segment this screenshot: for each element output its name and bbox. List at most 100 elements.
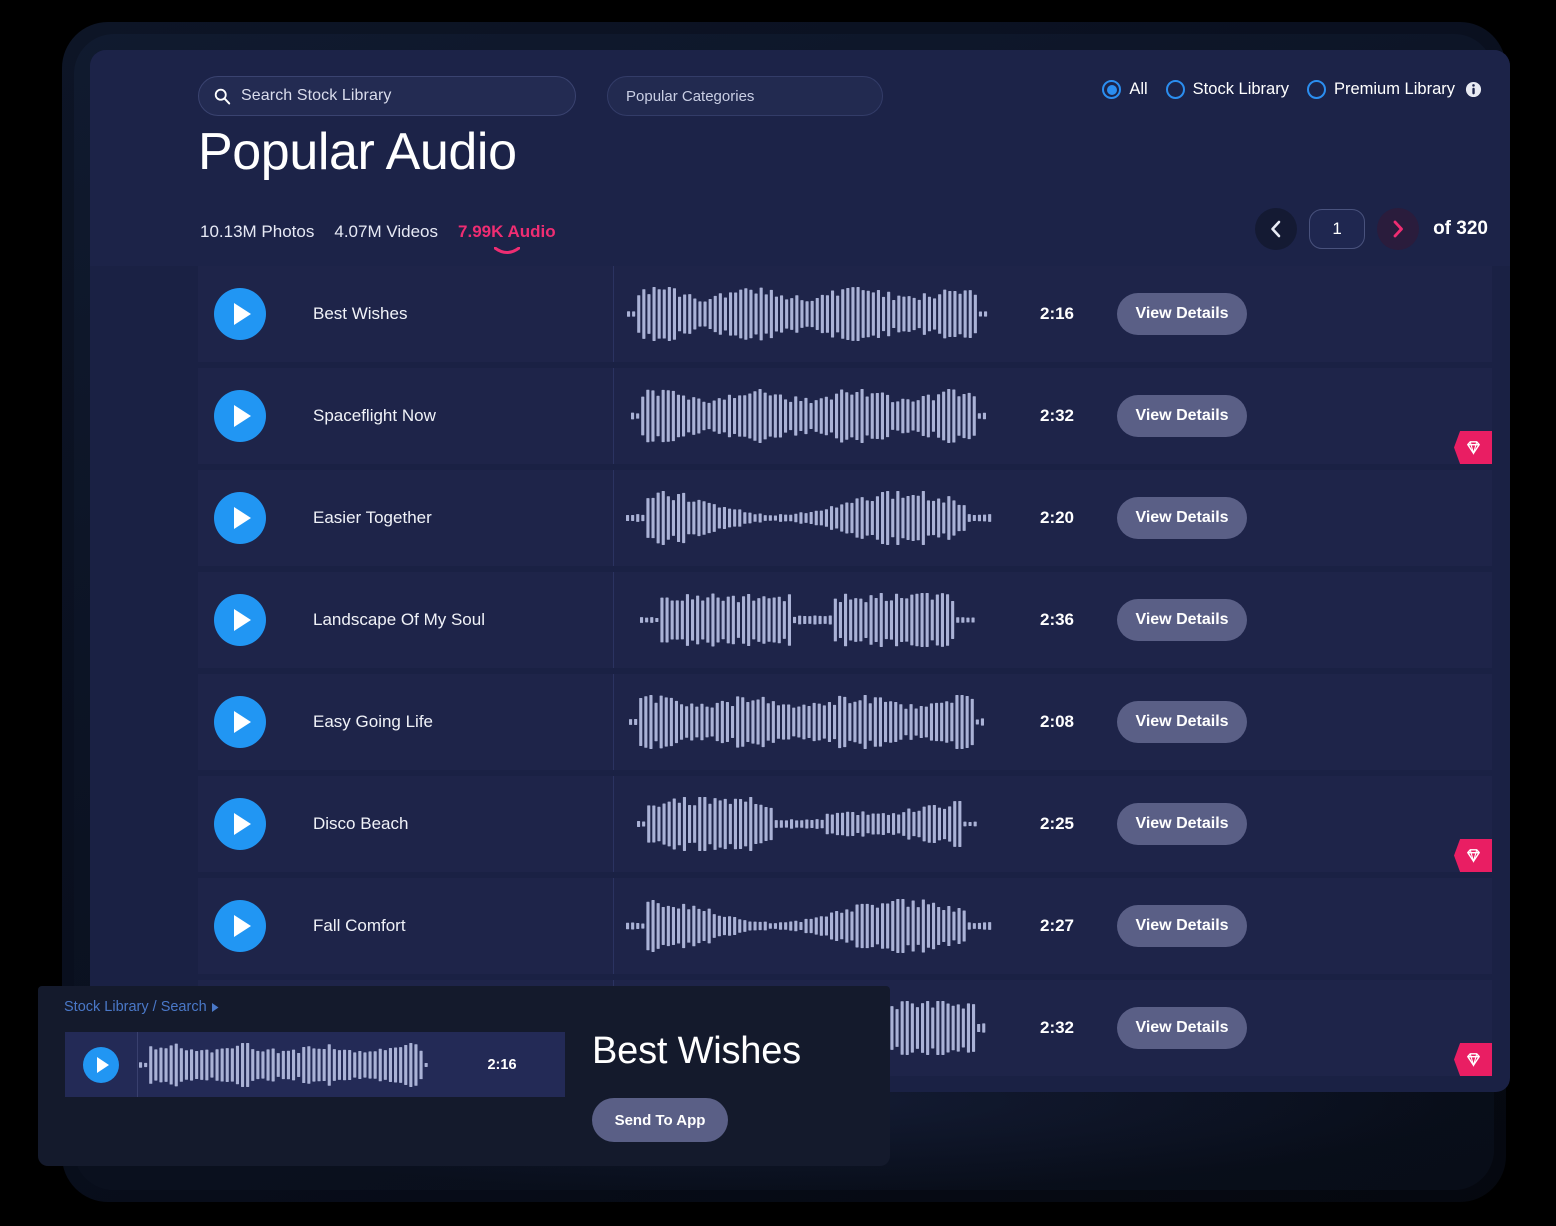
track-waveform[interactable] xyxy=(613,266,1003,362)
play-icon xyxy=(233,915,251,937)
track-title: Spaceflight Now xyxy=(313,406,436,425)
audio-track-list: Best Wishes 2:16 View Details Spaceflight N… xyxy=(90,266,1510,1082)
breadcrumb[interactable]: Stock Library / Search xyxy=(64,999,220,1015)
track-waveform[interactable] xyxy=(613,368,1003,464)
page-title: Popular Audio xyxy=(198,123,517,181)
play-icon xyxy=(233,711,251,733)
play-icon xyxy=(96,1056,109,1073)
premium-badge xyxy=(1454,839,1492,872)
play-button[interactable] xyxy=(214,288,266,340)
track-duration: 2:16 xyxy=(1039,304,1075,323)
overlay-duration: 2:16 xyxy=(487,1056,517,1073)
popular-categories-label: Popular Categories xyxy=(626,87,755,105)
track-title: Landscape Of My Soul xyxy=(313,610,485,629)
track-duration: 2:36 xyxy=(1039,610,1075,629)
chevron-left-icon xyxy=(1271,220,1281,238)
info-icon[interactable] xyxy=(1465,81,1482,98)
track-duration: 2:32 xyxy=(1039,406,1075,425)
track-detail-overlay: Stock Library / Search 2:16 Best Wishes … xyxy=(38,986,890,1166)
media-stats: 10.13M Photos 4.07M Videos 7.99K Audio xyxy=(200,222,556,254)
waveform-icon xyxy=(625,491,991,545)
waveform-icon xyxy=(625,899,991,953)
search-input[interactable]: Search Stock Library xyxy=(198,76,576,116)
waveform-icon xyxy=(626,287,987,341)
search-icon xyxy=(214,88,231,105)
popular-categories-select[interactable]: Popular Categories xyxy=(607,76,883,116)
play-button[interactable] xyxy=(214,900,266,952)
track-title: Best Wishes xyxy=(313,304,408,323)
radio-label-premium-library: Premium Library xyxy=(1333,80,1455,98)
breadcrumb-arrow-icon xyxy=(211,1002,219,1012)
waveform-icon xyxy=(630,389,986,443)
track-waveform[interactable] xyxy=(613,674,1003,770)
play-button[interactable] xyxy=(214,390,266,442)
gem-icon xyxy=(1466,441,1480,456)
radio-option-premium-library[interactable]: Premium Library xyxy=(1306,80,1482,99)
premium-badge xyxy=(1454,1043,1492,1076)
track-duration: 2:32 xyxy=(1039,1018,1075,1037)
table-row[interactable]: Easier Together 2:20 View Details xyxy=(198,470,1492,566)
view-details-button[interactable]: View Details xyxy=(1117,293,1247,335)
play-button[interactable] xyxy=(214,492,266,544)
pagination-prev-button[interactable] xyxy=(1255,208,1298,250)
view-details-button[interactable]: View Details xyxy=(1117,1007,1247,1049)
play-button[interactable] xyxy=(214,594,266,646)
track-waveform[interactable] xyxy=(613,776,1003,872)
play-icon xyxy=(233,609,251,631)
play-icon xyxy=(233,303,251,325)
radio-icon-all[interactable] xyxy=(1102,80,1122,99)
track-duration: 2:08 xyxy=(1039,712,1075,731)
track-title: Easy Going Life xyxy=(313,712,434,731)
view-details-button[interactable]: View Details xyxy=(1117,803,1247,845)
play-button[interactable] xyxy=(214,798,266,850)
track-waveform[interactable] xyxy=(613,878,1003,974)
active-tab-underline-icon xyxy=(493,247,520,254)
view-details-button[interactable]: View Details xyxy=(1117,599,1247,641)
breadcrumb-label: Stock Library / Search xyxy=(64,999,207,1015)
radio-icon-premium-library[interactable] xyxy=(1306,80,1326,99)
radio-option-stock-library[interactable]: Stock Library xyxy=(1165,80,1289,99)
radio-label-stock-library: Stock Library xyxy=(1192,80,1289,98)
stat-audio[interactable]: 7.99K Audio xyxy=(458,222,556,254)
gem-icon xyxy=(1466,849,1480,864)
track-title: Disco Beach xyxy=(313,814,409,833)
gem-icon xyxy=(1466,1053,1480,1068)
waveform-icon xyxy=(637,797,977,851)
table-row[interactable]: Best Wishes 2:16 View Details xyxy=(198,266,1492,362)
pagination-page-value: 1 xyxy=(1332,219,1342,238)
stat-photos[interactable]: 10.13M Photos xyxy=(200,222,314,242)
view-details-button[interactable]: View Details xyxy=(1117,701,1247,743)
table-row[interactable]: Easy Going Life 2:08 View Details xyxy=(198,674,1492,770)
send-to-app-button[interactable]: Send To App xyxy=(592,1098,728,1142)
table-row[interactable]: Spaceflight Now 2:32 View Details xyxy=(198,368,1492,464)
stat-videos[interactable]: 4.07M Videos xyxy=(334,222,438,242)
screenshot-root: Search Stock Library Popular Categories … xyxy=(0,0,1556,1226)
table-row[interactable]: Disco Beach 2:25 View Details xyxy=(198,776,1492,872)
track-title: Easier Together xyxy=(313,508,432,527)
overlay-play-button[interactable] xyxy=(83,1046,119,1083)
view-details-button[interactable]: View Details xyxy=(1117,497,1247,539)
table-row[interactable]: Fall Comfort 2:27 View Details xyxy=(198,878,1492,974)
track-duration: 2:25 xyxy=(1039,814,1075,833)
overlay-waveform[interactable] xyxy=(137,1032,439,1097)
pagination: 1 of 320 xyxy=(1255,208,1488,250)
waveform-icon xyxy=(639,593,975,647)
chevron-right-icon xyxy=(1393,220,1403,238)
track-duration: 2:27 xyxy=(1039,916,1075,935)
pagination-page-input[interactable]: 1 xyxy=(1309,209,1366,249)
radio-icon-stock-library[interactable] xyxy=(1165,80,1185,99)
waveform-icon xyxy=(628,695,984,749)
table-row[interactable]: Landscape Of My Soul 2:36 View Details xyxy=(198,572,1492,668)
play-button[interactable] xyxy=(214,696,266,748)
view-details-button[interactable]: View Details xyxy=(1117,395,1247,437)
overlay-track-title: Best Wishes xyxy=(592,1030,801,1072)
app-header: Search Stock Library Popular Categories … xyxy=(90,50,1510,266)
waveform-icon xyxy=(139,1042,428,1087)
pagination-next-button[interactable] xyxy=(1377,208,1420,250)
app-window: Search Stock Library Popular Categories … xyxy=(90,50,1510,1092)
view-details-button[interactable]: View Details xyxy=(1117,905,1247,947)
search-placeholder: Search Stock Library xyxy=(241,87,392,104)
track-waveform[interactable] xyxy=(613,572,1003,668)
track-waveform[interactable] xyxy=(613,470,1003,566)
radio-option-all[interactable]: All xyxy=(1102,80,1148,99)
